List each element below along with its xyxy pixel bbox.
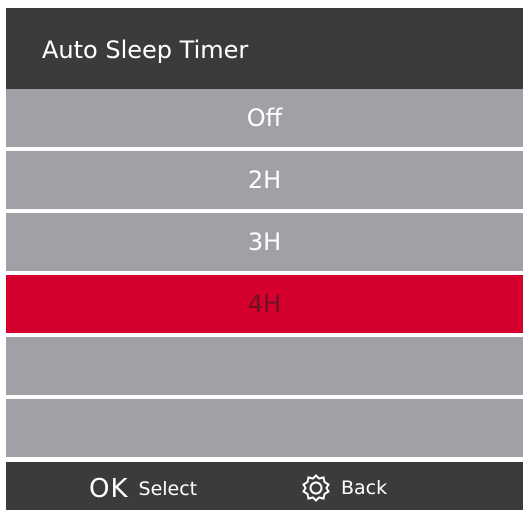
menu-item-label: 2H: [247, 166, 282, 194]
menu-item-off[interactable]: Off: [6, 89, 523, 147]
select-hint[interactable]: OK Select: [89, 474, 197, 504]
gear-icon: [301, 473, 331, 503]
menu-item-4h[interactable]: 4H: [6, 275, 523, 333]
menu-item-empty-2: [6, 399, 523, 457]
sleep-timer-panel: Auto Sleep Timer Off 2H 3H 4H OK Select: [0, 0, 529, 510]
menu-item-label: 3H: [247, 228, 282, 256]
ok-icon: OK: [89, 474, 129, 504]
menu-item-label: [6, 399, 523, 457]
title-bar: Auto Sleep Timer: [6, 8, 523, 89]
menu-item-label: Off: [246, 104, 283, 132]
menu-item-empty-1: [6, 337, 523, 395]
back-label: Back: [341, 477, 388, 499]
menu-item-2h[interactable]: 2H: [6, 151, 523, 209]
menu-item-3h[interactable]: 3H: [6, 213, 523, 271]
control-hints-bar: OK Select Back: [6, 462, 523, 510]
menu-item-label: 4H: [247, 290, 282, 318]
back-hint[interactable]: Back: [301, 472, 387, 504]
select-label: Select: [138, 478, 198, 500]
page-title: Auto Sleep Timer: [42, 36, 249, 64]
menu-item-label: [6, 337, 523, 395]
timer-options-list: Off 2H 3H 4H: [6, 89, 523, 459]
